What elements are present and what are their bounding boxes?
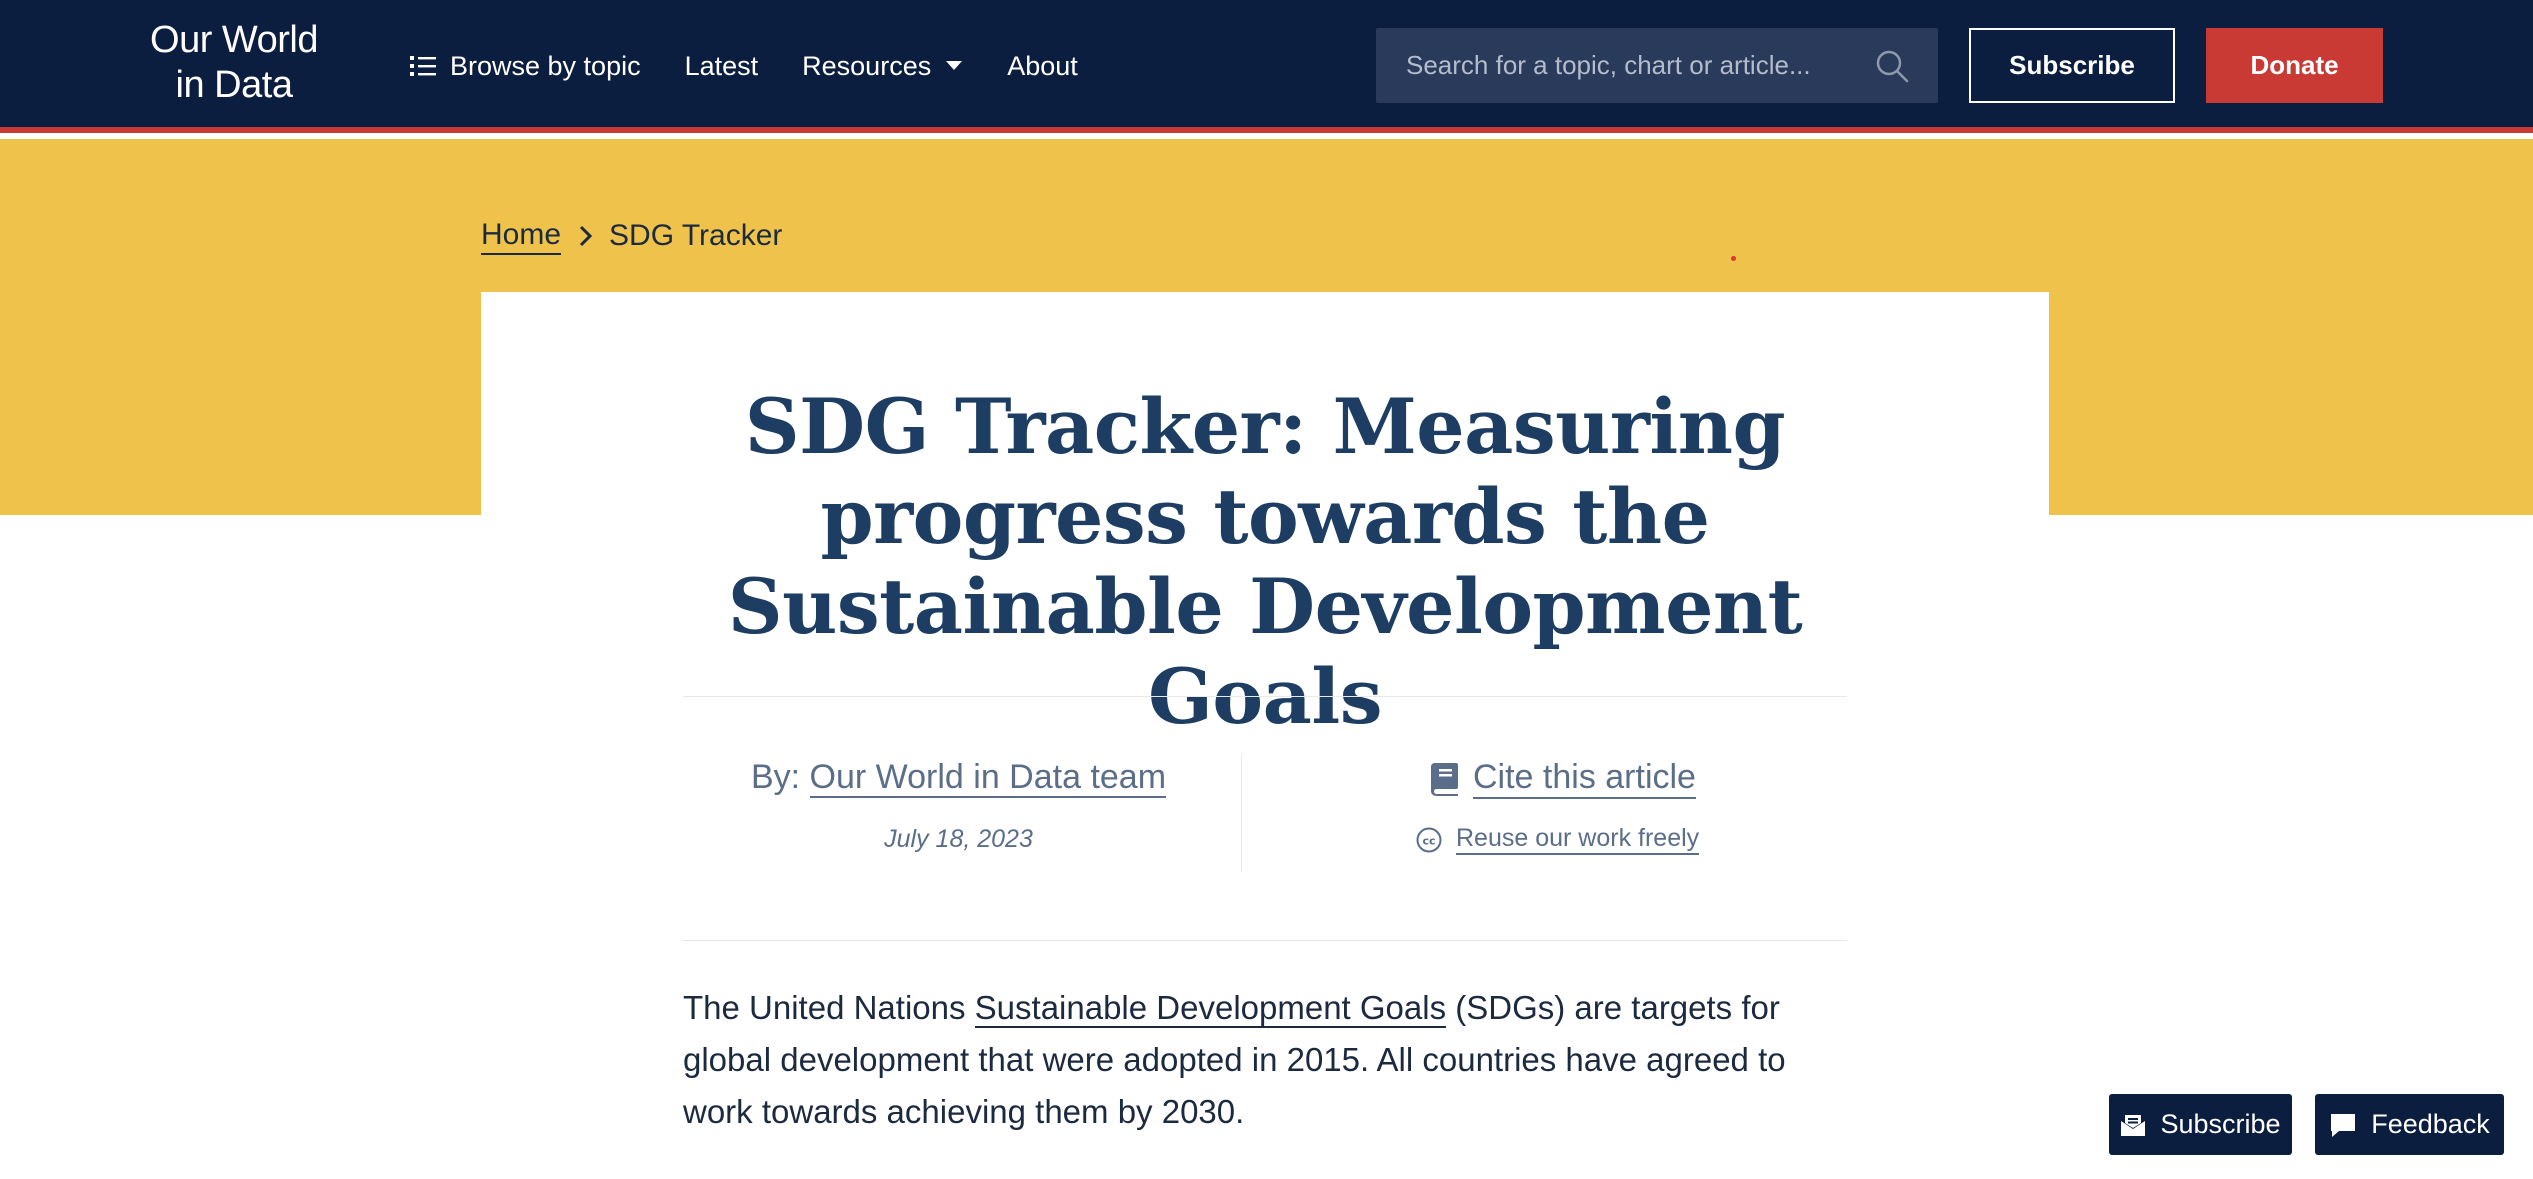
intro-paragraph: The United Nations Sustainable Developme… <box>683 982 1853 1138</box>
breadcrumb-home-link[interactable]: Home <box>481 218 562 255</box>
nav-browse-by-topic[interactable]: Browse by topic <box>410 51 641 82</box>
search-box <box>1376 28 1938 103</box>
breadcrumb-current: SDG Tracker <box>609 219 783 253</box>
meta-divider <box>1241 754 1242 872</box>
feedback-label: Feedback <box>2371 1109 2490 1139</box>
cite-article: Cite this article <box>1431 758 1696 799</box>
byline: By: Our World in Data team <box>691 758 1226 798</box>
byline-prefix: By: <box>750 758 810 796</box>
reuse-work-link[interactable]: Reuse our work freely <box>1456 824 1700 855</box>
article-card: SDG Tracker: Measuring progress towards … <box>481 292 2049 1179</box>
search-icon[interactable] <box>1874 48 1910 84</box>
creative-commons-icon: cc <box>1416 827 1442 852</box>
site-logo[interactable]: Our World in Data <box>147 18 321 108</box>
author-link[interactable]: Our World in Data team <box>809 758 1167 798</box>
donate-button[interactable]: Donate <box>2206 28 2383 103</box>
logo-line-1: Our World <box>150 19 318 61</box>
sdg-link[interactable]: Sustainable Development Goals <box>974 989 1447 1028</box>
envelope-icon <box>2121 1114 2146 1136</box>
intro-text-before: The United Nations <box>683 989 975 1026</box>
speech-bubble-icon <box>2331 1113 2356 1137</box>
cite-article-link[interactable]: Cite this article <box>1473 758 1696 799</box>
nav-resources[interactable]: Resources <box>802 51 963 82</box>
divider-top <box>683 696 1847 697</box>
book-icon <box>1431 762 1458 796</box>
publish-date: July 18, 2023 <box>884 825 1033 853</box>
reuse-work: cc Reuse our work freely <box>1416 824 1700 855</box>
divider-bottom <box>683 940 1847 941</box>
floating-subscribe-button[interactable]: Subscribe <box>2109 1094 2292 1155</box>
red-dot-marker <box>1731 256 1736 261</box>
main-nav: Browse by topic Latest Resources About <box>410 44 1122 88</box>
site-header: Our World in Data Browse by topic Latest… <box>0 0 2533 133</box>
logo-line-2: in Data <box>175 64 293 106</box>
nav-about[interactable]: About <box>1007 51 1078 82</box>
article-title: SDG Tracker: Measuring progress towards … <box>727 382 1803 741</box>
chevron-right-icon <box>579 225 593 247</box>
header-subscribe-button[interactable]: Subscribe <box>1969 28 2175 103</box>
nav-latest[interactable]: Latest <box>685 51 759 82</box>
feedback-button[interactable]: Feedback <box>2315 1094 2504 1155</box>
floating-subscribe-label: Subscribe <box>2160 1109 2281 1139</box>
nav-browse-label: Browse by topic <box>450 50 641 81</box>
list-icon <box>410 56 436 76</box>
breadcrumb: Home SDG Tracker <box>481 218 782 255</box>
svg-text:cc: cc <box>1422 834 1435 847</box>
caret-down-icon <box>946 61 963 70</box>
search-input[interactable] <box>1406 50 1858 81</box>
nav-resources-label: Resources <box>802 50 932 81</box>
